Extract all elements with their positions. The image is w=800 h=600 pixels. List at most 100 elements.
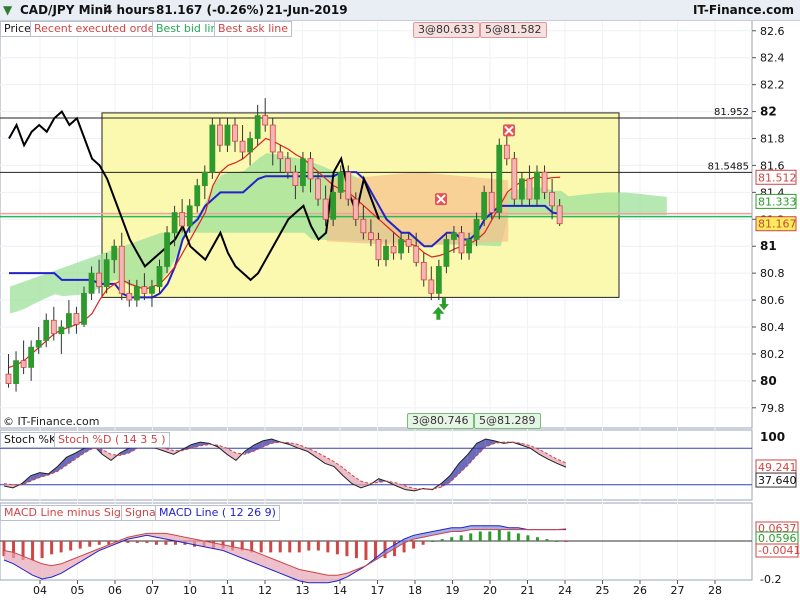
macd-histogram-bar xyxy=(412,541,416,549)
x-tick-label: 26 xyxy=(633,584,647,597)
x-tick-label: 14 xyxy=(333,584,347,597)
price-change: 81.167 (-0.26%) xyxy=(156,3,265,17)
order-tag-top-b[interactable]: 5@81.582 xyxy=(480,22,547,38)
candle-body xyxy=(511,158,518,200)
candle-body xyxy=(216,124,223,146)
candle-body xyxy=(171,212,178,234)
candle-body xyxy=(481,191,488,220)
x-tick-label: 12 xyxy=(258,584,272,597)
stoch-d-value: 49.241 xyxy=(758,461,797,474)
order-tag-bot-b[interactable]: 5@81.289 xyxy=(474,413,541,429)
macd-histogram-bar xyxy=(135,541,139,543)
y-tick-label: 80 xyxy=(760,374,777,388)
candle-body xyxy=(458,232,465,254)
candle-body xyxy=(277,151,284,160)
chart-date: 21-Jun-2019 xyxy=(266,3,348,17)
candle-body xyxy=(292,171,299,187)
order-tag-top-a[interactable]: 3@80.633 xyxy=(413,22,480,38)
price-label: 81.333 xyxy=(758,195,797,208)
y-tick-label: 80.8 xyxy=(760,267,785,280)
y-tick-label: 79.8 xyxy=(760,402,785,415)
candle-body xyxy=(352,198,359,220)
macd-histogram-bar xyxy=(59,541,63,553)
candle-body xyxy=(322,198,329,220)
candle-body xyxy=(541,171,548,193)
macd-histogram-bar xyxy=(545,539,549,541)
copyright-text: © IT-Finance.com xyxy=(3,415,100,428)
macd-histogram-bar xyxy=(297,541,301,553)
candle-body xyxy=(96,272,102,288)
candle-body xyxy=(111,245,118,261)
legend-stoch-d[interactable]: Stoch %D ( 14 3 5 ) xyxy=(54,432,170,448)
candle-body xyxy=(179,212,186,227)
candle-body xyxy=(20,360,27,368)
x-tick-label: 10 xyxy=(183,584,197,597)
candle-body xyxy=(534,171,540,200)
macd-histogram-bar xyxy=(50,541,54,555)
legend-best-ask[interactable]: Best ask line xyxy=(214,21,293,37)
candle-body xyxy=(435,266,442,294)
candle-body xyxy=(43,319,50,341)
candle-body xyxy=(5,373,12,384)
macd-histogram-bar xyxy=(269,541,273,553)
candle-body xyxy=(300,158,306,187)
candle-body xyxy=(35,340,42,348)
candle-body xyxy=(126,292,133,301)
candle-body xyxy=(201,171,208,187)
macd-histogram-bar xyxy=(69,541,73,551)
candle-body xyxy=(209,124,216,173)
macd-histogram-bar xyxy=(526,535,530,541)
macd-histogram-bar xyxy=(154,541,158,545)
macd-histogram-bar xyxy=(88,541,92,547)
macd-histogram-bar xyxy=(345,541,349,557)
macd-histogram-bar xyxy=(278,541,282,553)
candle-body xyxy=(247,138,254,153)
macd-fill xyxy=(451,527,462,532)
macd-histogram-bar xyxy=(326,541,330,553)
macd-histogram-bar xyxy=(364,541,368,560)
y-tick-label: 80.2 xyxy=(760,348,785,361)
x-tick-label: 24 xyxy=(558,584,572,597)
x-tick-label: 07 xyxy=(146,584,160,597)
y-tick-label: 82.4 xyxy=(760,52,785,65)
macd-histogram-bar xyxy=(335,541,339,555)
legend-recent-orders[interactable]: Recent executed orders xyxy=(30,21,169,37)
candle-body xyxy=(549,191,555,207)
x-tick-label: 27 xyxy=(671,584,685,597)
macd-value-label: -0.0041 xyxy=(758,544,800,557)
candle-body xyxy=(254,115,261,139)
macd-histogram-bar xyxy=(488,531,492,541)
macd-histogram-bar xyxy=(507,531,511,541)
trend-down-icon: ▼ xyxy=(3,3,13,17)
symbol-title: CAD/JPY Mini xyxy=(20,3,108,17)
level-label: 81.952 xyxy=(714,107,749,118)
candle-body xyxy=(284,158,291,173)
y-tick-label: 80.4 xyxy=(760,321,785,334)
stoch-y-tick-label: 100 xyxy=(760,430,785,444)
candle-body xyxy=(307,158,314,180)
macd-histogram-bar xyxy=(164,541,168,545)
price-label: 81.167 xyxy=(758,218,797,231)
macd-histogram-bar xyxy=(497,529,501,541)
candle-body xyxy=(345,171,352,200)
y-tick-label: 80.6 xyxy=(760,294,785,307)
candle-body xyxy=(503,144,510,160)
candle-body xyxy=(269,124,276,153)
x-tick-label: 25 xyxy=(596,584,610,597)
macd-histogram-bar xyxy=(145,541,149,543)
macd-histogram-bar xyxy=(288,541,292,553)
legend-stoch-k[interactable]: Stoch %K xyxy=(0,432,61,448)
candle-body xyxy=(66,313,72,328)
macd-histogram-bar xyxy=(564,541,568,542)
legend-macd-line[interactable]: MACD Line ( 12 26 9) xyxy=(155,505,280,521)
candle-body xyxy=(103,259,110,288)
candle-body xyxy=(156,266,163,288)
x-tick-label: 20 xyxy=(483,584,497,597)
x-tick-label: 13 xyxy=(296,584,310,597)
candle-body xyxy=(420,261,427,281)
macd-histogram-bar xyxy=(478,531,482,541)
candle-body xyxy=(330,191,337,220)
candle-body xyxy=(118,245,125,294)
order-tag-bot-a[interactable]: 3@80.746 xyxy=(407,413,474,429)
macd-histogram-bar xyxy=(535,537,539,541)
